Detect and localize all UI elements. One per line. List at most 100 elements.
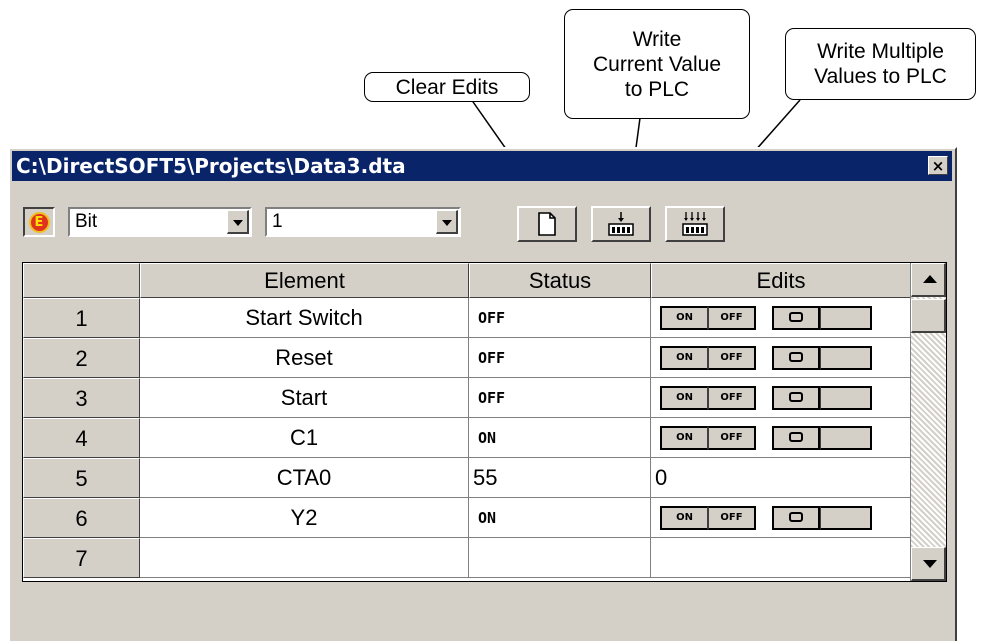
bit-ring-icon — [789, 351, 803, 362]
title-bar[interactable]: C:\DirectSOFT5\Projects\Data3.dta × — [12, 151, 952, 181]
element-cell[interactable]: Reset — [140, 338, 469, 378]
window-title: C:\DirectSOFT5\Projects\Data3.dta — [16, 154, 406, 178]
document-icon — [538, 212, 556, 236]
off-button[interactable]: OFF — [708, 385, 756, 410]
write-bit-button[interactable] — [772, 385, 820, 410]
element-name: Y2 — [290, 505, 318, 530]
bit-ring-icon — [789, 431, 803, 442]
vertical-scrollbar[interactable] — [910, 263, 946, 581]
status-cell: OFF — [469, 338, 651, 378]
status-value: OFF — [478, 309, 506, 327]
bit-ring-icon — [789, 311, 803, 322]
element-column-header[interactable]: Element — [140, 263, 469, 298]
write-multiple-line-1: Write Multiple — [817, 40, 944, 63]
bit-state-indicator[interactable] — [820, 345, 872, 370]
status-cell — [469, 538, 651, 578]
scroll-down-button[interactable] — [911, 547, 946, 581]
status-value: ON — [478, 509, 497, 527]
row-number-label: 2 — [75, 346, 88, 371]
write-current-line-3: to PLC — [624, 77, 690, 101]
edits-cell[interactable]: 0 — [651, 458, 911, 498]
row-number-6[interactable]: 6 — [23, 498, 140, 538]
status-value: OFF — [478, 349, 506, 367]
write-multiple-values-button[interactable] — [665, 206, 725, 242]
bit-state-indicator[interactable] — [820, 305, 872, 330]
write-bit-button[interactable] — [772, 305, 820, 330]
edits-column-header[interactable]: Edits — [651, 263, 911, 298]
on-button[interactable]: ON — [660, 345, 708, 370]
row-number-7[interactable]: 7 — [23, 538, 140, 578]
write-bit-button[interactable] — [772, 505, 820, 530]
on-button[interactable]: ON — [660, 385, 708, 410]
on-button[interactable]: ON — [660, 305, 708, 330]
status-value: 55 — [473, 465, 498, 490]
bit-ring-icon — [789, 391, 803, 402]
status-value: OFF — [478, 389, 506, 407]
row-number-1[interactable]: 1 — [23, 298, 140, 338]
row-number-label: 7 — [75, 546, 88, 571]
edits-cell[interactable]: ON OFF — [651, 298, 911, 338]
edits-cell[interactable]: ON OFF — [651, 378, 911, 418]
close-icon: × — [931, 157, 945, 175]
off-button[interactable]: OFF — [708, 305, 756, 330]
edit-mode-icon: E — [28, 211, 50, 233]
display-format-value: 1 — [272, 211, 283, 232]
status-column-header[interactable]: Status — [469, 263, 651, 298]
off-button[interactable]: OFF — [708, 425, 756, 450]
element-cell[interactable]: C1 — [140, 418, 469, 458]
element-cell[interactable]: Start Switch — [140, 298, 469, 338]
row-number-label: 6 — [75, 506, 88, 531]
edits-cell[interactable] — [651, 538, 911, 578]
row-number-label: 3 — [75, 386, 88, 411]
data-view-window: C:\DirectSOFT5\Projects\Data3.dta × E Bi… — [8, 147, 957, 641]
row-number-4[interactable]: 4 — [23, 418, 140, 458]
off-button[interactable]: OFF — [708, 345, 756, 370]
write-multiple-callout: Write Multiple Values to PLC — [785, 28, 976, 100]
element-name: C1 — [289, 425, 319, 450]
data-type-select[interactable]: Bit — [68, 207, 252, 237]
row-number-5[interactable]: 5 — [23, 458, 140, 498]
write-single-icon — [608, 212, 634, 236]
edit-value[interactable]: 0 — [655, 458, 667, 497]
status-header-label: Status — [528, 268, 592, 293]
status-cell: OFF — [469, 378, 651, 418]
scroll-thumb[interactable] — [911, 299, 946, 333]
off-button[interactable]: OFF — [708, 505, 756, 530]
status-value: ON — [478, 429, 497, 447]
element-cell[interactable]: CTA0 — [140, 458, 469, 498]
write-bit-button[interactable] — [772, 425, 820, 450]
chevron-down-icon[interactable] — [227, 210, 249, 234]
row-number-label: 1 — [75, 306, 88, 331]
write-bit-button[interactable] — [772, 345, 820, 370]
edits-cell[interactable]: ON OFF — [651, 338, 911, 378]
close-button[interactable]: × — [928, 156, 948, 175]
clear-edits-callout: Clear Edits — [364, 72, 530, 102]
element-name: Reset — [275, 345, 333, 370]
write-current-value-button[interactable] — [591, 206, 651, 242]
element-cell[interactable] — [140, 538, 469, 578]
status-cell: ON — [469, 498, 651, 538]
bit-ring-icon — [789, 511, 803, 522]
on-button[interactable]: ON — [660, 505, 708, 530]
on-button[interactable]: ON — [660, 425, 708, 450]
status-cell: 55 — [469, 458, 651, 498]
scroll-up-button[interactable] — [911, 263, 946, 297]
write-current-line-2: Current Value — [592, 52, 721, 76]
edit-mode-button[interactable]: E — [23, 207, 55, 237]
element-cell[interactable]: Y2 — [140, 498, 469, 538]
element-header-label: Element — [264, 268, 345, 293]
bit-state-indicator[interactable] — [820, 425, 872, 450]
edits-cell[interactable]: ON OFF — [651, 418, 911, 458]
row-number-label: 5 — [75, 466, 88, 491]
display-format-select[interactable]: 1 — [265, 207, 461, 237]
bit-state-indicator[interactable] — [820, 385, 872, 410]
clear-edits-button[interactable] — [517, 206, 577, 242]
clear-edits-callout-text: Clear Edits — [395, 75, 499, 99]
status-cell: OFF — [469, 298, 651, 338]
bit-state-indicator[interactable] — [820, 505, 872, 530]
edits-cell[interactable]: ON OFF — [651, 498, 911, 538]
row-number-2[interactable]: 2 — [23, 338, 140, 378]
chevron-down-icon[interactable] — [436, 210, 458, 234]
element-cell[interactable]: Start — [140, 378, 469, 418]
row-number-3[interactable]: 3 — [23, 378, 140, 418]
